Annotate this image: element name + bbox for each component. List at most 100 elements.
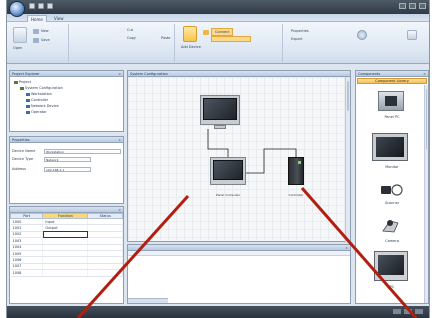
save-button[interactable]: Save — [41, 38, 50, 42]
tree-item[interactable]: Project — [14, 80, 31, 84]
panel-title: System Configuration — [130, 72, 168, 76]
toolbox-item-label: Camera — [385, 239, 399, 243]
close-icon[interactable]: × — [118, 137, 121, 142]
close-icon[interactable]: × — [423, 71, 426, 76]
ribbon: Open New Save Cut Copy Paste Add Device … — [7, 22, 429, 64]
close-icon[interactable]: × — [118, 71, 121, 76]
new-button[interactable]: New — [41, 29, 49, 33]
tab-view[interactable]: View — [51, 15, 67, 22]
table-header: Port Function Status — [9, 213, 123, 219]
save-icon[interactable] — [29, 3, 35, 9]
toolbox-item-label: Panel PC — [384, 115, 400, 119]
connect-icon[interactable] — [203, 30, 209, 35]
pc-item[interactable] — [374, 251, 408, 281]
application-menu-button[interactable] — [9, 1, 25, 17]
panel-header: Properties × — [10, 137, 123, 143]
scrollbar-thumb[interactable] — [426, 89, 427, 149]
view-normal-icon[interactable] — [393, 309, 401, 314]
toolbox-item-label: Scanner — [384, 201, 400, 205]
property-value-field[interactable]: 192.168.1.1 — [44, 167, 91, 172]
device-icon — [26, 104, 30, 108]
project-explorer-panel: Project Explorer × Project System Configu… — [9, 70, 124, 132]
property-row: Device Name Workstation — [12, 149, 121, 155]
panel-header: Components × — [356, 71, 428, 77]
table-row[interactable]: 1008 — [10, 269, 123, 277]
tree-item[interactable]: Controller — [26, 98, 48, 102]
scanner-icon — [381, 184, 403, 196]
monitor-item[interactable] — [372, 133, 408, 161]
maximize-icon[interactable] — [409, 3, 416, 9]
toolbox-category-header[interactable]: Component Library — [357, 78, 427, 84]
scrollbar-thumb[interactable] — [347, 81, 349, 111]
output-toolbar — [128, 251, 350, 256]
property-value-field[interactable]: Network — [44, 157, 91, 162]
camera-item[interactable] — [380, 217, 404, 235]
connection-line[interactable] — [207, 129, 229, 157]
tree-item[interactable]: Workstation — [26, 92, 52, 96]
cut-button[interactable]: Cut — [127, 28, 133, 32]
tree-item[interactable]: System Configuration — [20, 86, 63, 90]
vertical-scrollbar[interactable] — [345, 77, 350, 243]
system-configuration-canvas-panel: System Configuration Panel Computer Cont… — [127, 70, 351, 243]
quick-access-toolbar — [29, 3, 53, 9]
properties-button[interactable]: Properties — [291, 29, 309, 33]
help-icon[interactable] — [407, 30, 417, 40]
monitor-icon — [376, 137, 404, 157]
panel-title: Components — [358, 72, 381, 76]
output-tab[interactable] — [128, 298, 168, 303]
zoom-icon[interactable] — [415, 309, 423, 314]
design-canvas[interactable]: Panel Computer Controller — [128, 77, 350, 243]
panel-pc-item[interactable] — [378, 91, 404, 111]
ribbon-group-tools: Properties Export — [285, 24, 427, 62]
redo-icon[interactable] — [47, 3, 53, 9]
device-icon — [26, 92, 30, 96]
device-icon — [26, 110, 30, 114]
undo-icon[interactable] — [38, 3, 44, 9]
status-bar-buttons — [393, 309, 423, 314]
toolbox-item-label: Monitor — [385, 165, 399, 169]
camera-icon — [382, 220, 399, 233]
ribbon-tabs: Home View — [7, 14, 429, 22]
component-toolbox-panel: Components × Component Library Panel PC M… — [355, 70, 429, 304]
title-bar — [7, 0, 429, 14]
highlighted-command[interactable] — [211, 36, 251, 42]
tree-item[interactable]: Network Device — [26, 104, 59, 108]
add-device-button[interactable]: Add Device — [181, 45, 201, 49]
connect-button[interactable]: Connect — [211, 28, 234, 36]
copy-icon[interactable] — [119, 36, 125, 41]
export-button[interactable]: Export — [291, 37, 302, 41]
panel-title: Properties — [12, 138, 30, 142]
port-table-panel: × Port Function Status 1000 Input 1001 Out… — [9, 206, 124, 304]
paste-button[interactable]: Paste — [161, 36, 170, 40]
settings-icon[interactable] — [357, 30, 367, 40]
pc-icon — [378, 255, 404, 275]
view-layout-icon[interactable] — [404, 309, 412, 314]
copy-button[interactable]: Copy — [127, 36, 136, 40]
ribbon-group-edit: Cut Copy Paste — [71, 24, 175, 62]
close-icon[interactable] — [419, 3, 426, 9]
save-small-icon[interactable] — [33, 38, 39, 43]
panel-pc-icon — [385, 96, 397, 106]
new-icon[interactable] — [33, 29, 39, 34]
open-button[interactable]: Open — [13, 46, 22, 50]
toolbox-item-label: PC — [389, 285, 395, 289]
output-panel: × — [127, 244, 351, 304]
status-bar — [7, 306, 429, 318]
tree-item[interactable]: Operator — [26, 110, 47, 114]
property-value-field[interactable]: Workstation — [44, 149, 121, 154]
vertical-scrollbar[interactable] — [424, 85, 428, 303]
paste-icon[interactable] — [153, 36, 159, 41]
tab-home[interactable]: Home — [27, 15, 47, 22]
minimize-icon[interactable] — [399, 3, 406, 9]
property-row: Device Type Network — [12, 157, 121, 163]
add-device-icon[interactable] — [183, 26, 197, 42]
panel-title: Project Explorer — [12, 72, 40, 76]
scanner-item[interactable] — [380, 183, 404, 197]
cut-icon[interactable] — [119, 28, 125, 33]
window-controls — [399, 3, 426, 9]
folder-icon — [20, 86, 24, 90]
ribbon-group-file: Open New Save — [9, 24, 69, 62]
connection-lines — [207, 129, 297, 174]
connection-line[interactable] — [246, 148, 297, 174]
open-icon[interactable] — [13, 27, 27, 43]
